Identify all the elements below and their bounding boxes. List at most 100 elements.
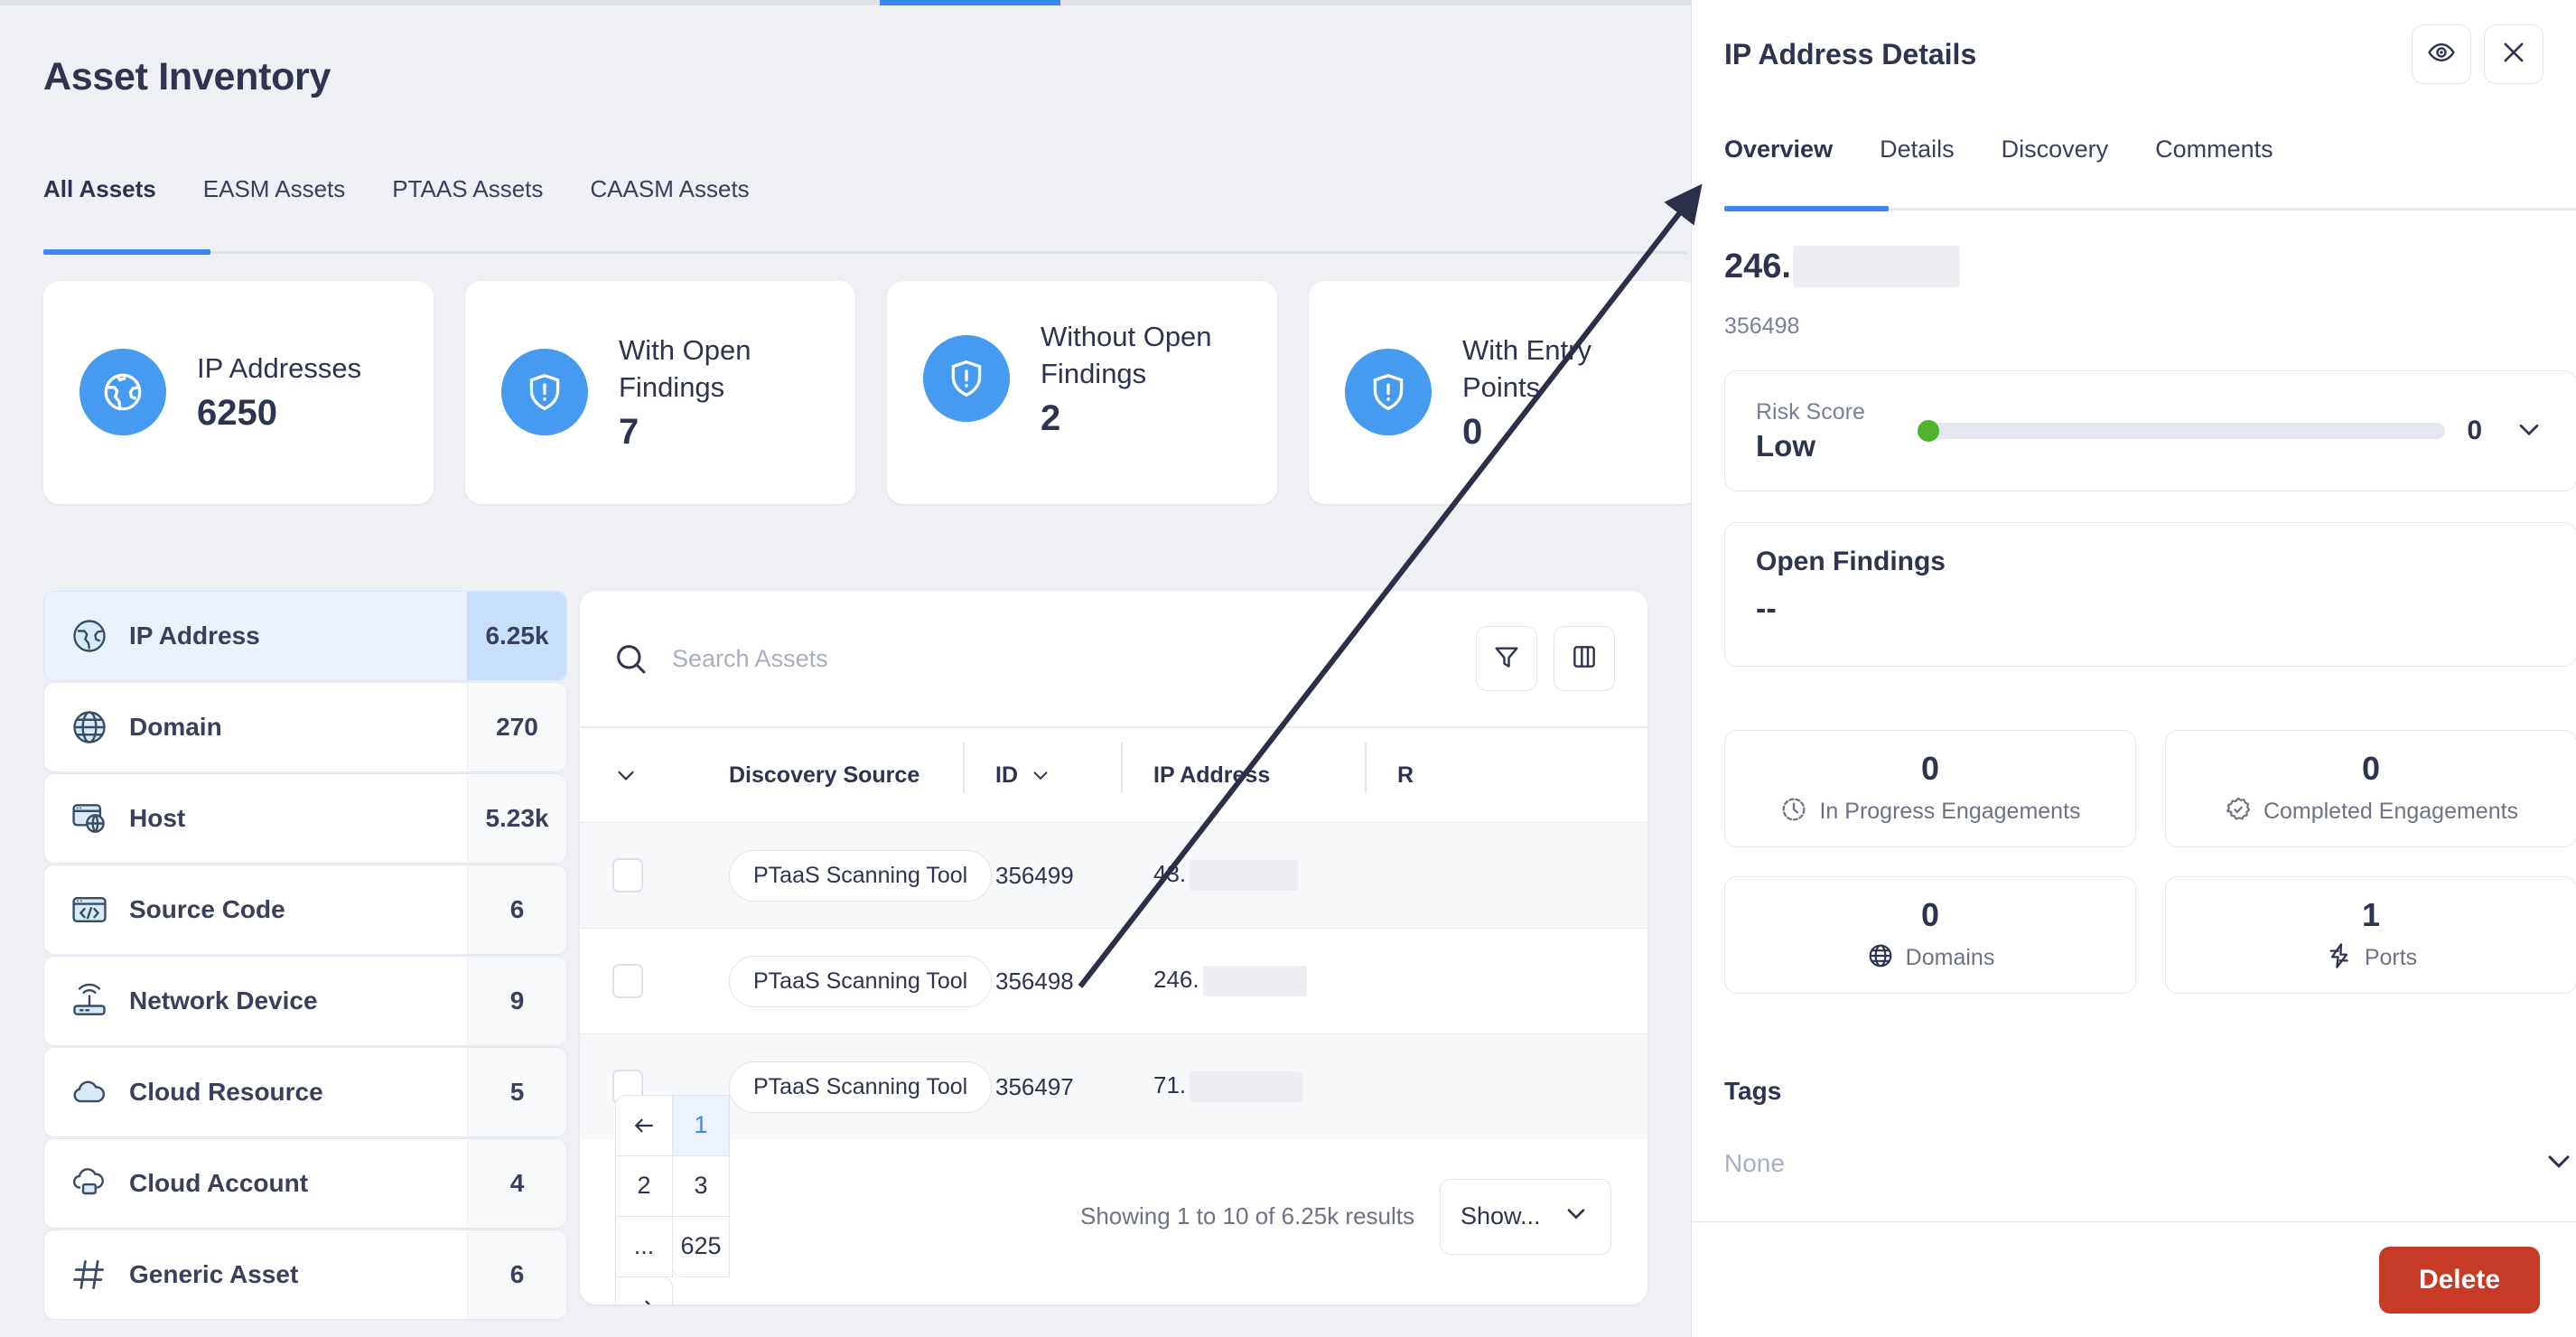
risk-score-knob[interactable] [1918,420,1939,442]
close-panel-button[interactable] [2484,24,2543,84]
asset-type-source-code[interactable]: Source Code 6 [43,865,567,955]
stat-label: Without Open Findings [1041,321,1212,389]
detail-tab-overview[interactable]: Overview [1724,136,1833,187]
ip-address-details-panel: IP Address Details Overview Details Disc… [1691,0,2576,1337]
close-icon [2498,37,2529,72]
risk-card-expand-button[interactable] [2513,413,2545,450]
delete-button[interactable]: Delete [2378,1246,2540,1314]
visibility-toggle-button[interactable] [2412,24,2471,84]
page-size-select[interactable]: Show... [1440,1178,1611,1255]
asset-type-count: 4 [467,1139,566,1228]
cloud-account-icon [70,1164,109,1203]
chevron-down-icon [1562,1199,1591,1234]
detail-tab-discovery[interactable]: Discovery [2002,136,2109,187]
pagination-page-3[interactable]: 3 [672,1155,730,1217]
stat-card-with-open-findings[interactable]: With Open Findings 7 [465,281,855,504]
tags-row[interactable]: None [1724,1143,2576,1183]
stat-cards: IP Addresses 6250 With Open Findings 7 W… [43,281,1691,504]
row-checkbox[interactable] [612,858,643,893]
filter-button[interactable] [1476,626,1537,691]
stat-card-with-entry-points[interactable]: With Entry Points 0 [1309,281,1691,504]
detail-tab-comments[interactable]: Comments [2155,136,2273,187]
pagination-page-1[interactable]: 1 [672,1094,730,1156]
row-checkbox[interactable] [612,964,643,998]
pagination-summary: Showing 1 to 10 of 6.25k results [1079,1202,1414,1229]
table-row[interactable]: PTaaS Scanning Tool 356498 246. [580,928,1647,1033]
detail-tab-details[interactable]: Details [1880,136,1955,187]
metric-label: Completed Engagements [2263,798,2519,824]
pagination-prev-button[interactable] [615,1094,673,1156]
asset-type-network-device[interactable]: Network Device 9 [43,956,567,1046]
risk-score-slider[interactable] [1918,420,2446,442]
ip-prefix: 43. [1153,859,1187,887]
asset-type-cloud-account[interactable]: Cloud Account 4 [43,1138,567,1229]
metric-label: Domains [1905,944,1995,970]
open-findings-card: Open Findings -- [1724,522,2576,667]
col-header-ip-address[interactable]: IP Address [1121,742,1366,793]
select-all-chevron[interactable] [612,762,688,789]
col-header-label: Discovery Source [729,762,920,788]
chevron-down-icon[interactable] [2541,1143,2576,1183]
search-input[interactable] [672,644,1460,673]
detail-ip-address: 246. [1724,246,1960,287]
asset-type-generic-asset[interactable]: Generic Asset 6 [43,1229,567,1320]
asset-type-cloud-resource[interactable]: Cloud Resource 5 [43,1047,567,1137]
col-header-discovery-source[interactable]: Discovery Source [688,762,964,789]
metric-value: 0 [1920,895,1940,933]
col-header-r[interactable]: R [1365,742,1474,793]
asset-type-count: 6 [467,1230,566,1319]
asset-type-label: Host [129,804,186,832]
risk-score-level: Low [1756,428,1815,463]
tab-ptaas-assets[interactable]: PTAAS Assets [392,175,543,229]
col-header-id[interactable]: ID [963,742,1122,793]
open-findings-title: Open Findings [1756,547,1946,576]
stat-card-without-open-findings[interactable]: Without Open Findings 2 [887,281,1277,504]
tab-easm-assets[interactable]: EASM Assets [203,175,346,229]
risk-score-card[interactable]: Risk Score Low 0 [1724,370,2576,491]
discovery-source-pill: PTaaS Scanning Tool [729,955,993,1007]
asset-type-ip-address[interactable]: IP Address 6.25k [43,591,567,681]
pagination-next-button[interactable] [615,1276,673,1304]
columns-button[interactable] [1554,626,1615,691]
pagination-page-2[interactable]: 2 [615,1155,673,1217]
columns-icon [1570,642,1599,676]
code-window-icon [70,890,109,930]
bolt-icon [2325,941,2354,975]
metric-value: 1 [2361,895,2381,933]
risk-score-value: 0 [2467,416,2482,445]
stat-card-ip-addresses[interactable]: IP Addresses 6250 [43,281,434,504]
col-divider [1365,742,1367,793]
stat-value: 0 [1462,411,1483,452]
assets-table-card: Discovery Source ID IP Address R [580,591,1647,1304]
table-row[interactable]: PTaaS Scanning Tool 356499 43. [580,822,1647,928]
chevron-down-icon [2513,424,2545,449]
ip-prefix: 246. [1153,965,1199,993]
asset-type-count: 270 [467,683,566,771]
globe-earth-icon [70,616,109,656]
asset-type-host[interactable]: Host 5.23k [43,773,567,864]
shield-alert-icon [923,335,1010,423]
metric-domains[interactable]: 0 Domains [1724,876,2136,994]
asset-type-domain[interactable]: Domain 270 [43,682,567,772]
metric-completed-engagements[interactable]: 0 Completed Engagements [2165,730,2576,847]
pagination-last-page[interactable]: 625 [672,1215,730,1277]
cell-discovery-source: PTaaS Scanning Tool [688,849,993,902]
asset-type-count: 5 [467,1048,566,1136]
chevron-down-icon [1033,771,1048,781]
detail-panel-footer: Delete [1692,1221,2576,1337]
stat-value: 6250 [197,393,277,434]
tab-caasm-assets[interactable]: CAASM Assets [590,175,749,229]
metric-in-progress-engagements[interactable]: 0 In Progress Engagements [1724,730,2136,847]
asset-type-count: 6.25k [467,592,566,680]
globe-grid-icon [1866,941,1895,975]
tags-value: None [1724,1148,1785,1177]
stat-value: 7 [619,411,639,452]
stat-label: With Open Findings [619,334,751,403]
browser-globe-icon [70,799,109,838]
row-select-cell [612,964,688,998]
tab-all-assets[interactable]: All Assets [43,175,156,229]
metric-label: In Progress Engagements [1819,798,2081,824]
stat-label: IP Addresses [197,352,362,385]
asset-inventory-pane: Asset Inventory All Assets EASM Assets P… [0,5,1691,1337]
metric-ports[interactable]: 1 Ports [2165,876,2576,994]
